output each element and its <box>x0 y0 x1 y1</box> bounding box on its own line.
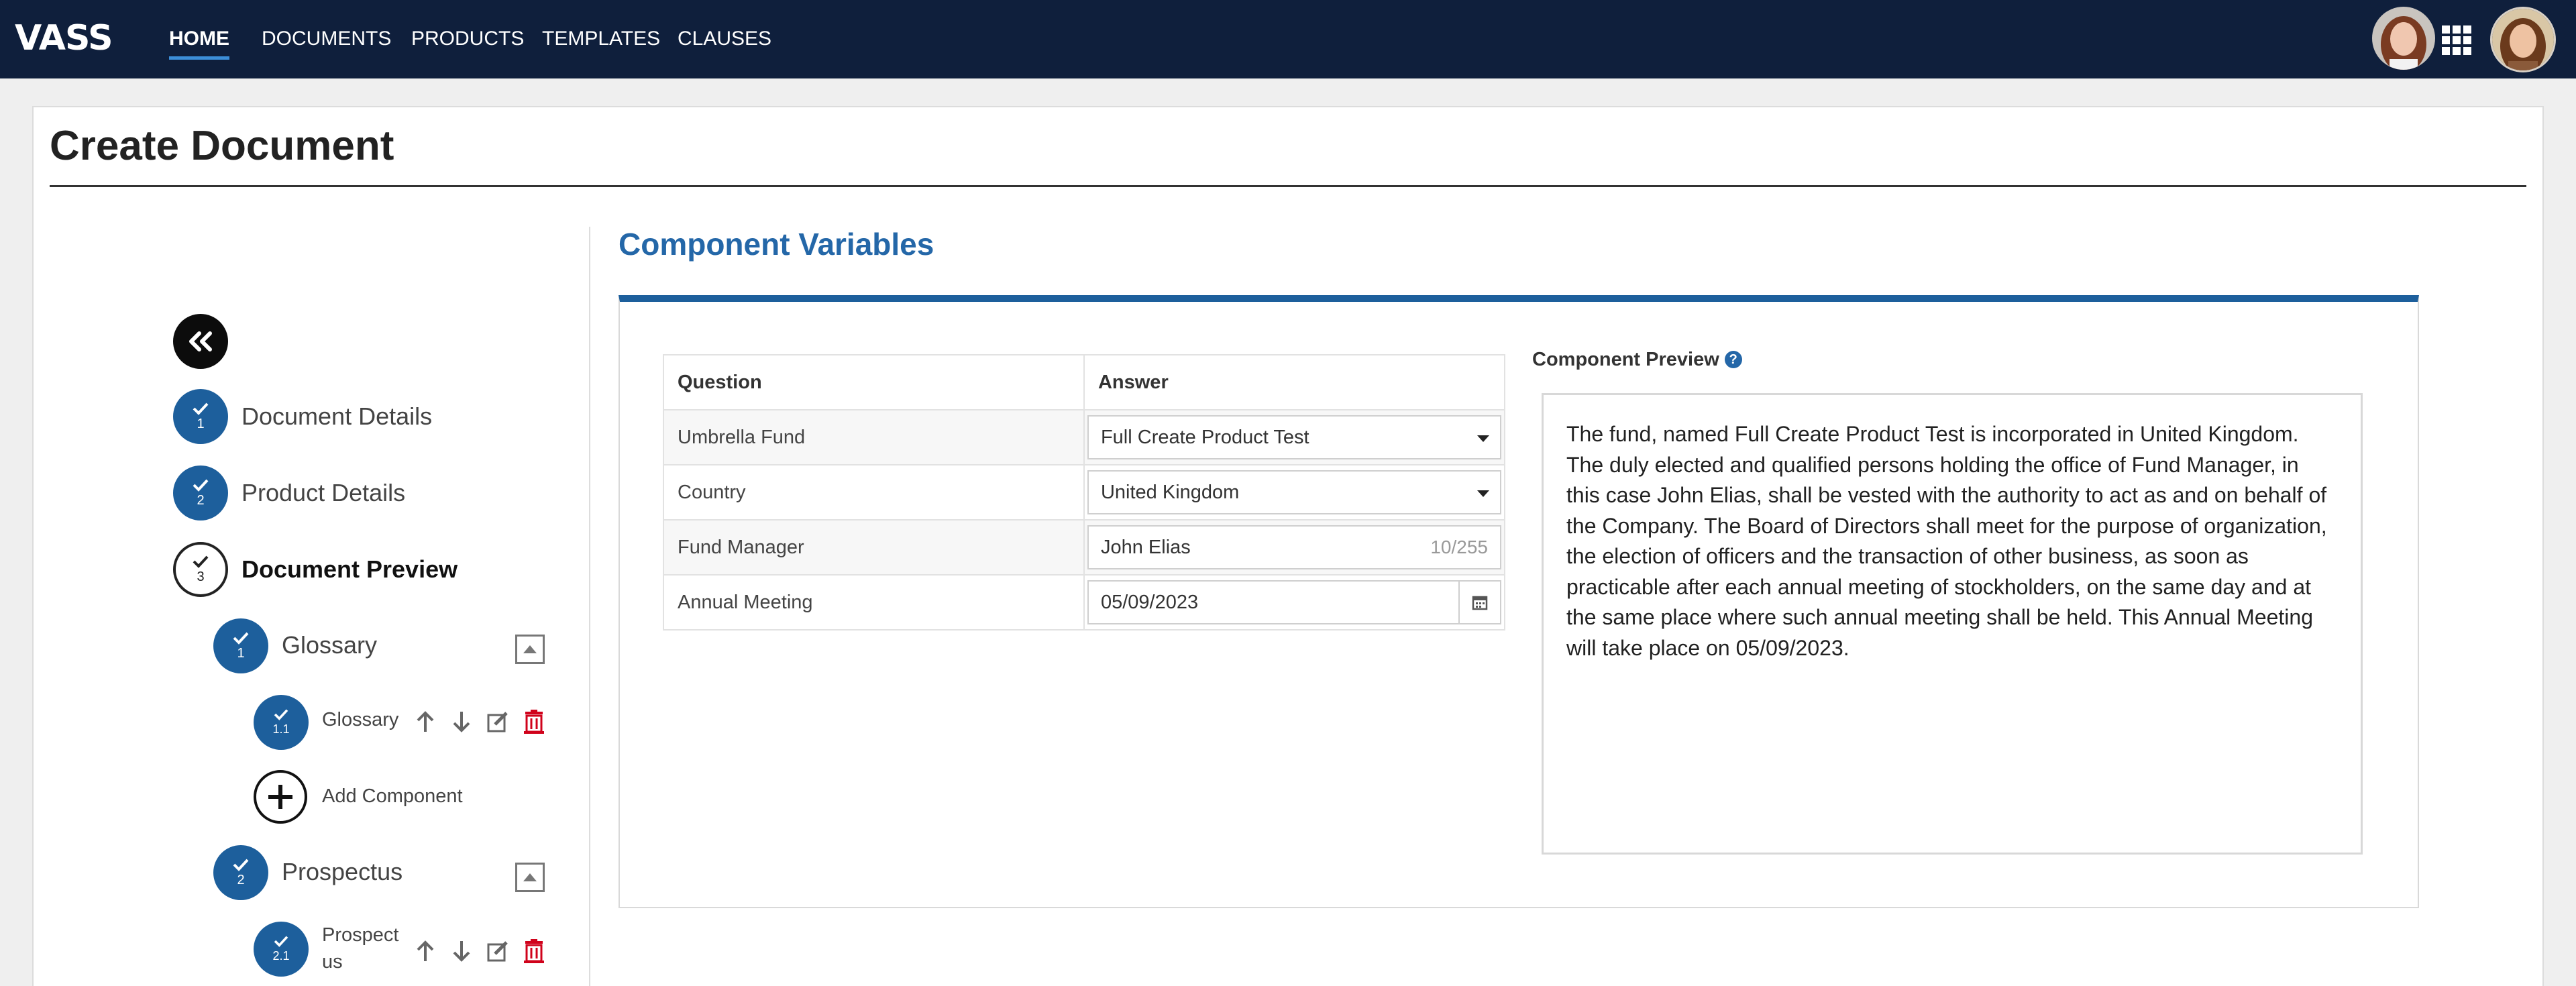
user-avatar[interactable] <box>2490 7 2556 72</box>
component-prospectus-indicator[interactable]: 2.1 <box>254 922 309 977</box>
section-prospectus-indicator[interactable]: 2 <box>213 845 268 900</box>
table-row: Umbrella Fund Full Create Product Test <box>663 409 1506 465</box>
answer-cell: John Elias 10/255 <box>1083 519 1506 576</box>
section-number: 1 <box>237 646 245 661</box>
fund-manager-input[interactable]: John Elias 10/255 <box>1087 525 1501 569</box>
page-title: Create Document <box>50 123 394 169</box>
double-chevron-left-icon <box>189 331 212 351</box>
collapse-section-prospectus-button[interactable] <box>515 863 545 892</box>
check-icon <box>274 709 288 720</box>
triangle-up-icon <box>523 873 537 881</box>
section-glossary-label[interactable]: Glossary <box>282 631 377 660</box>
top-navigation-bar: VASS HOME DOCUMENTS PRODUCTS TEMPLATES C… <box>0 0 2576 78</box>
delete-icon[interactable] <box>521 708 547 735</box>
component-number: 2.1 <box>272 949 290 963</box>
column-header-answer: Answer <box>1083 354 1506 410</box>
component-prospectus-label[interactable]: Prospect us <box>322 922 398 975</box>
step-document-details-indicator[interactable]: 1 <box>173 389 228 444</box>
nav-documents[interactable]: DOCUMENTS <box>262 25 391 52</box>
step-product-details-label[interactable]: Product Details <box>241 478 405 508</box>
edit-icon[interactable] <box>484 708 511 735</box>
calendar-icon[interactable] <box>1458 582 1500 623</box>
arrow-up-icon[interactable] <box>412 938 439 965</box>
vass-logo[interactable]: VASS <box>15 17 113 59</box>
check-icon <box>274 936 288 947</box>
select-value: Full Create Product Test <box>1100 426 1309 448</box>
step-number: 2 <box>197 493 205 508</box>
input-value: John Elias <box>1100 536 1191 558</box>
collapse-stepper-button[interactable] <box>173 314 228 369</box>
edit-icon[interactable] <box>484 938 511 965</box>
apps-grid-icon[interactable] <box>2442 25 2471 55</box>
caret-down-icon <box>1477 435 1489 442</box>
check-icon <box>233 632 249 645</box>
question-fund-manager: Fund Manager <box>663 519 1085 576</box>
table-header-row: Question Answer <box>663 354 1506 410</box>
plus-icon <box>268 785 292 809</box>
section-glossary-indicator[interactable]: 1 <box>213 618 268 673</box>
nav-products[interactable]: PRODUCTS <box>411 25 524 52</box>
check-icon <box>193 479 209 492</box>
check-icon <box>233 859 249 871</box>
component-preview-label: Component Preview ? <box>1532 347 1742 372</box>
step-document-preview-label[interactable]: Document Preview <box>241 555 458 584</box>
step-number: 1 <box>197 417 205 431</box>
step-product-details-indicator[interactable]: 2 <box>173 465 228 521</box>
table-row: Country United Kingdom <box>663 464 1506 521</box>
component-variables-title: Component Variables <box>619 227 934 262</box>
collapse-section-glossary-button[interactable] <box>515 635 545 664</box>
component-preview-title: Component Preview <box>1532 349 1719 370</box>
check-icon <box>193 402 209 415</box>
nav-templates[interactable]: TEMPLATES <box>542 25 660 52</box>
step-document-details-label[interactable]: Document Details <box>241 402 432 431</box>
table-row: Annual Meeting 05/09/2023 <box>663 574 1506 631</box>
check-icon <box>193 555 209 568</box>
add-component-button[interactable] <box>254 770 307 824</box>
component-prospectus-label-line2: us <box>322 951 343 973</box>
step-number: 3 <box>197 569 205 584</box>
add-component-label[interactable]: Add Component <box>322 784 463 808</box>
question-umbrella-fund: Umbrella Fund <box>663 409 1085 465</box>
component-glossary-label[interactable]: Glossary <box>322 708 398 732</box>
section-number: 2 <box>237 873 245 887</box>
triangle-up-icon <box>523 645 537 653</box>
table-row: Fund Manager John Elias 10/255 <box>663 519 1506 576</box>
question-annual-meeting: Annual Meeting <box>663 574 1085 631</box>
country-select[interactable]: United Kingdom <box>1087 470 1501 514</box>
arrow-down-icon[interactable] <box>448 938 475 965</box>
umbrella-fund-select[interactable]: Full Create Product Test <box>1087 415 1501 459</box>
arrow-up-icon[interactable] <box>412 708 439 735</box>
answer-cell: 05/09/2023 <box>1083 574 1506 631</box>
nav-home[interactable]: HOME <box>169 25 229 60</box>
arrow-down-icon[interactable] <box>448 708 475 735</box>
user-avatar-secondary[interactable] <box>2372 7 2435 70</box>
caret-down-icon <box>1477 490 1489 497</box>
annual-meeting-date-input[interactable]: 05/09/2023 <box>1087 580 1501 624</box>
column-header-question: Question <box>663 354 1085 410</box>
select-value: United Kingdom <box>1100 481 1240 503</box>
question-country: Country <box>663 464 1085 521</box>
variables-table: Question Answer Umbrella Fund Full Creat… <box>663 354 1506 631</box>
delete-icon[interactable] <box>521 938 547 965</box>
title-divider <box>50 185 2526 187</box>
component-prospectus-label-line1: Prospect <box>322 924 399 946</box>
nav-clauses[interactable]: CLAUSES <box>678 25 771 52</box>
section-prospectus-label[interactable]: Prospectus <box>282 857 402 887</box>
character-counter: 10/255 <box>1430 537 1488 557</box>
step-document-preview-indicator[interactable]: 3 <box>173 542 228 597</box>
component-number: 1.1 <box>272 722 290 736</box>
answer-cell: Full Create Product Test <box>1083 409 1506 465</box>
component-preview-text: The fund, named Full Create Product Test… <box>1542 393 2363 855</box>
input-value: 05/09/2023 <box>1100 591 1199 613</box>
component-glossary-indicator[interactable]: 1.1 <box>254 695 309 750</box>
help-icon[interactable]: ? <box>1724 351 1742 368</box>
answer-cell: United Kingdom <box>1083 464 1506 521</box>
stepper-divider <box>589 227 590 986</box>
